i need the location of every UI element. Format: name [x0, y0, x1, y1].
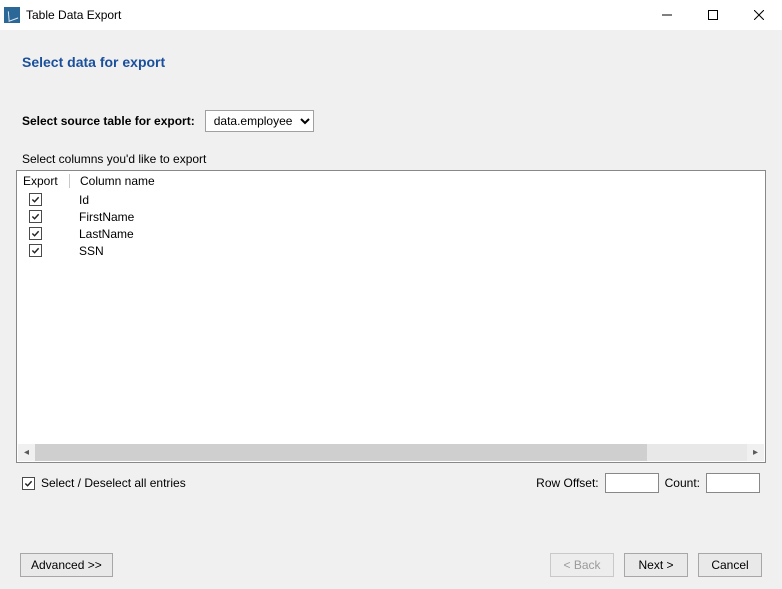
row-export-checkbox[interactable] [29, 193, 42, 206]
advanced-button[interactable]: Advanced >> [20, 553, 113, 577]
close-button[interactable] [736, 0, 782, 30]
table-row[interactable]: SSN [23, 242, 759, 259]
scroll-left-icon[interactable]: ◂ [18, 444, 35, 461]
row-export-cell [23, 244, 69, 257]
cancel-button[interactable]: Cancel [698, 553, 762, 577]
table-row[interactable]: Id [23, 191, 759, 208]
titlebar: Table Data Export [0, 0, 782, 30]
scroll-thumb[interactable] [35, 444, 647, 461]
table-row[interactable]: LastName [23, 225, 759, 242]
columns-body: Id FirstName LastName SSN [17, 191, 765, 259]
app-icon [4, 7, 20, 23]
count-input[interactable] [706, 473, 760, 493]
columns-header-name[interactable]: Column name [80, 174, 155, 188]
minimize-button[interactable] [644, 0, 690, 30]
below-list-row: Select / Deselect all entries Row Offset… [22, 473, 760, 493]
table-row[interactable]: FirstName [23, 208, 759, 225]
source-table-select[interactable]: data.employee [205, 110, 314, 132]
check-icon [31, 246, 40, 255]
columns-header-export[interactable]: Export [23, 174, 69, 188]
minimize-icon [662, 10, 672, 20]
row-export-checkbox[interactable] [29, 227, 42, 240]
next-button[interactable]: Next > [624, 553, 688, 577]
check-icon [31, 229, 40, 238]
row-column-name: Id [69, 193, 89, 207]
scroll-right-icon[interactable]: ▸ [747, 444, 764, 461]
count-label: Count: [665, 476, 700, 490]
row-column-name: FirstName [69, 210, 134, 224]
source-table-row: Select source table for export: data.emp… [22, 110, 766, 132]
footer: Advanced >> < Back Next > Cancel [16, 553, 766, 577]
select-all-label: Select / Deselect all entries [41, 476, 186, 490]
row-column-name: SSN [69, 244, 104, 258]
columns-listbox: Export Column name Id FirstName LastName SS… [16, 170, 766, 463]
columns-header-row: Export Column name [17, 171, 765, 191]
row-export-cell [23, 193, 69, 206]
back-button[interactable]: < Back [550, 553, 614, 577]
client-area: Select data for export Select source tab… [0, 30, 782, 589]
row-export-cell [23, 227, 69, 240]
check-icon [31, 195, 40, 204]
select-all-checkbox[interactable] [22, 477, 35, 490]
horizontal-scrollbar[interactable]: ◂ ▸ [18, 444, 764, 461]
row-export-cell [23, 210, 69, 223]
row-column-name: LastName [69, 227, 134, 241]
check-icon [24, 479, 33, 488]
row-export-checkbox[interactable] [29, 210, 42, 223]
row-offset-label: Row Offset: [536, 476, 598, 490]
row-export-checkbox[interactable] [29, 244, 42, 257]
scroll-track[interactable] [35, 444, 747, 461]
maximize-icon [708, 10, 718, 20]
close-icon [754, 10, 764, 20]
columns-hint: Select columns you'd like to export [22, 152, 766, 166]
row-offset-input[interactable] [605, 473, 659, 493]
check-icon [31, 212, 40, 221]
window-title: Table Data Export [26, 8, 121, 22]
source-table-label: Select source table for export: [22, 114, 195, 128]
columns-header-separator [69, 174, 70, 188]
maximize-button[interactable] [690, 0, 736, 30]
page-title: Select data for export [22, 54, 766, 70]
